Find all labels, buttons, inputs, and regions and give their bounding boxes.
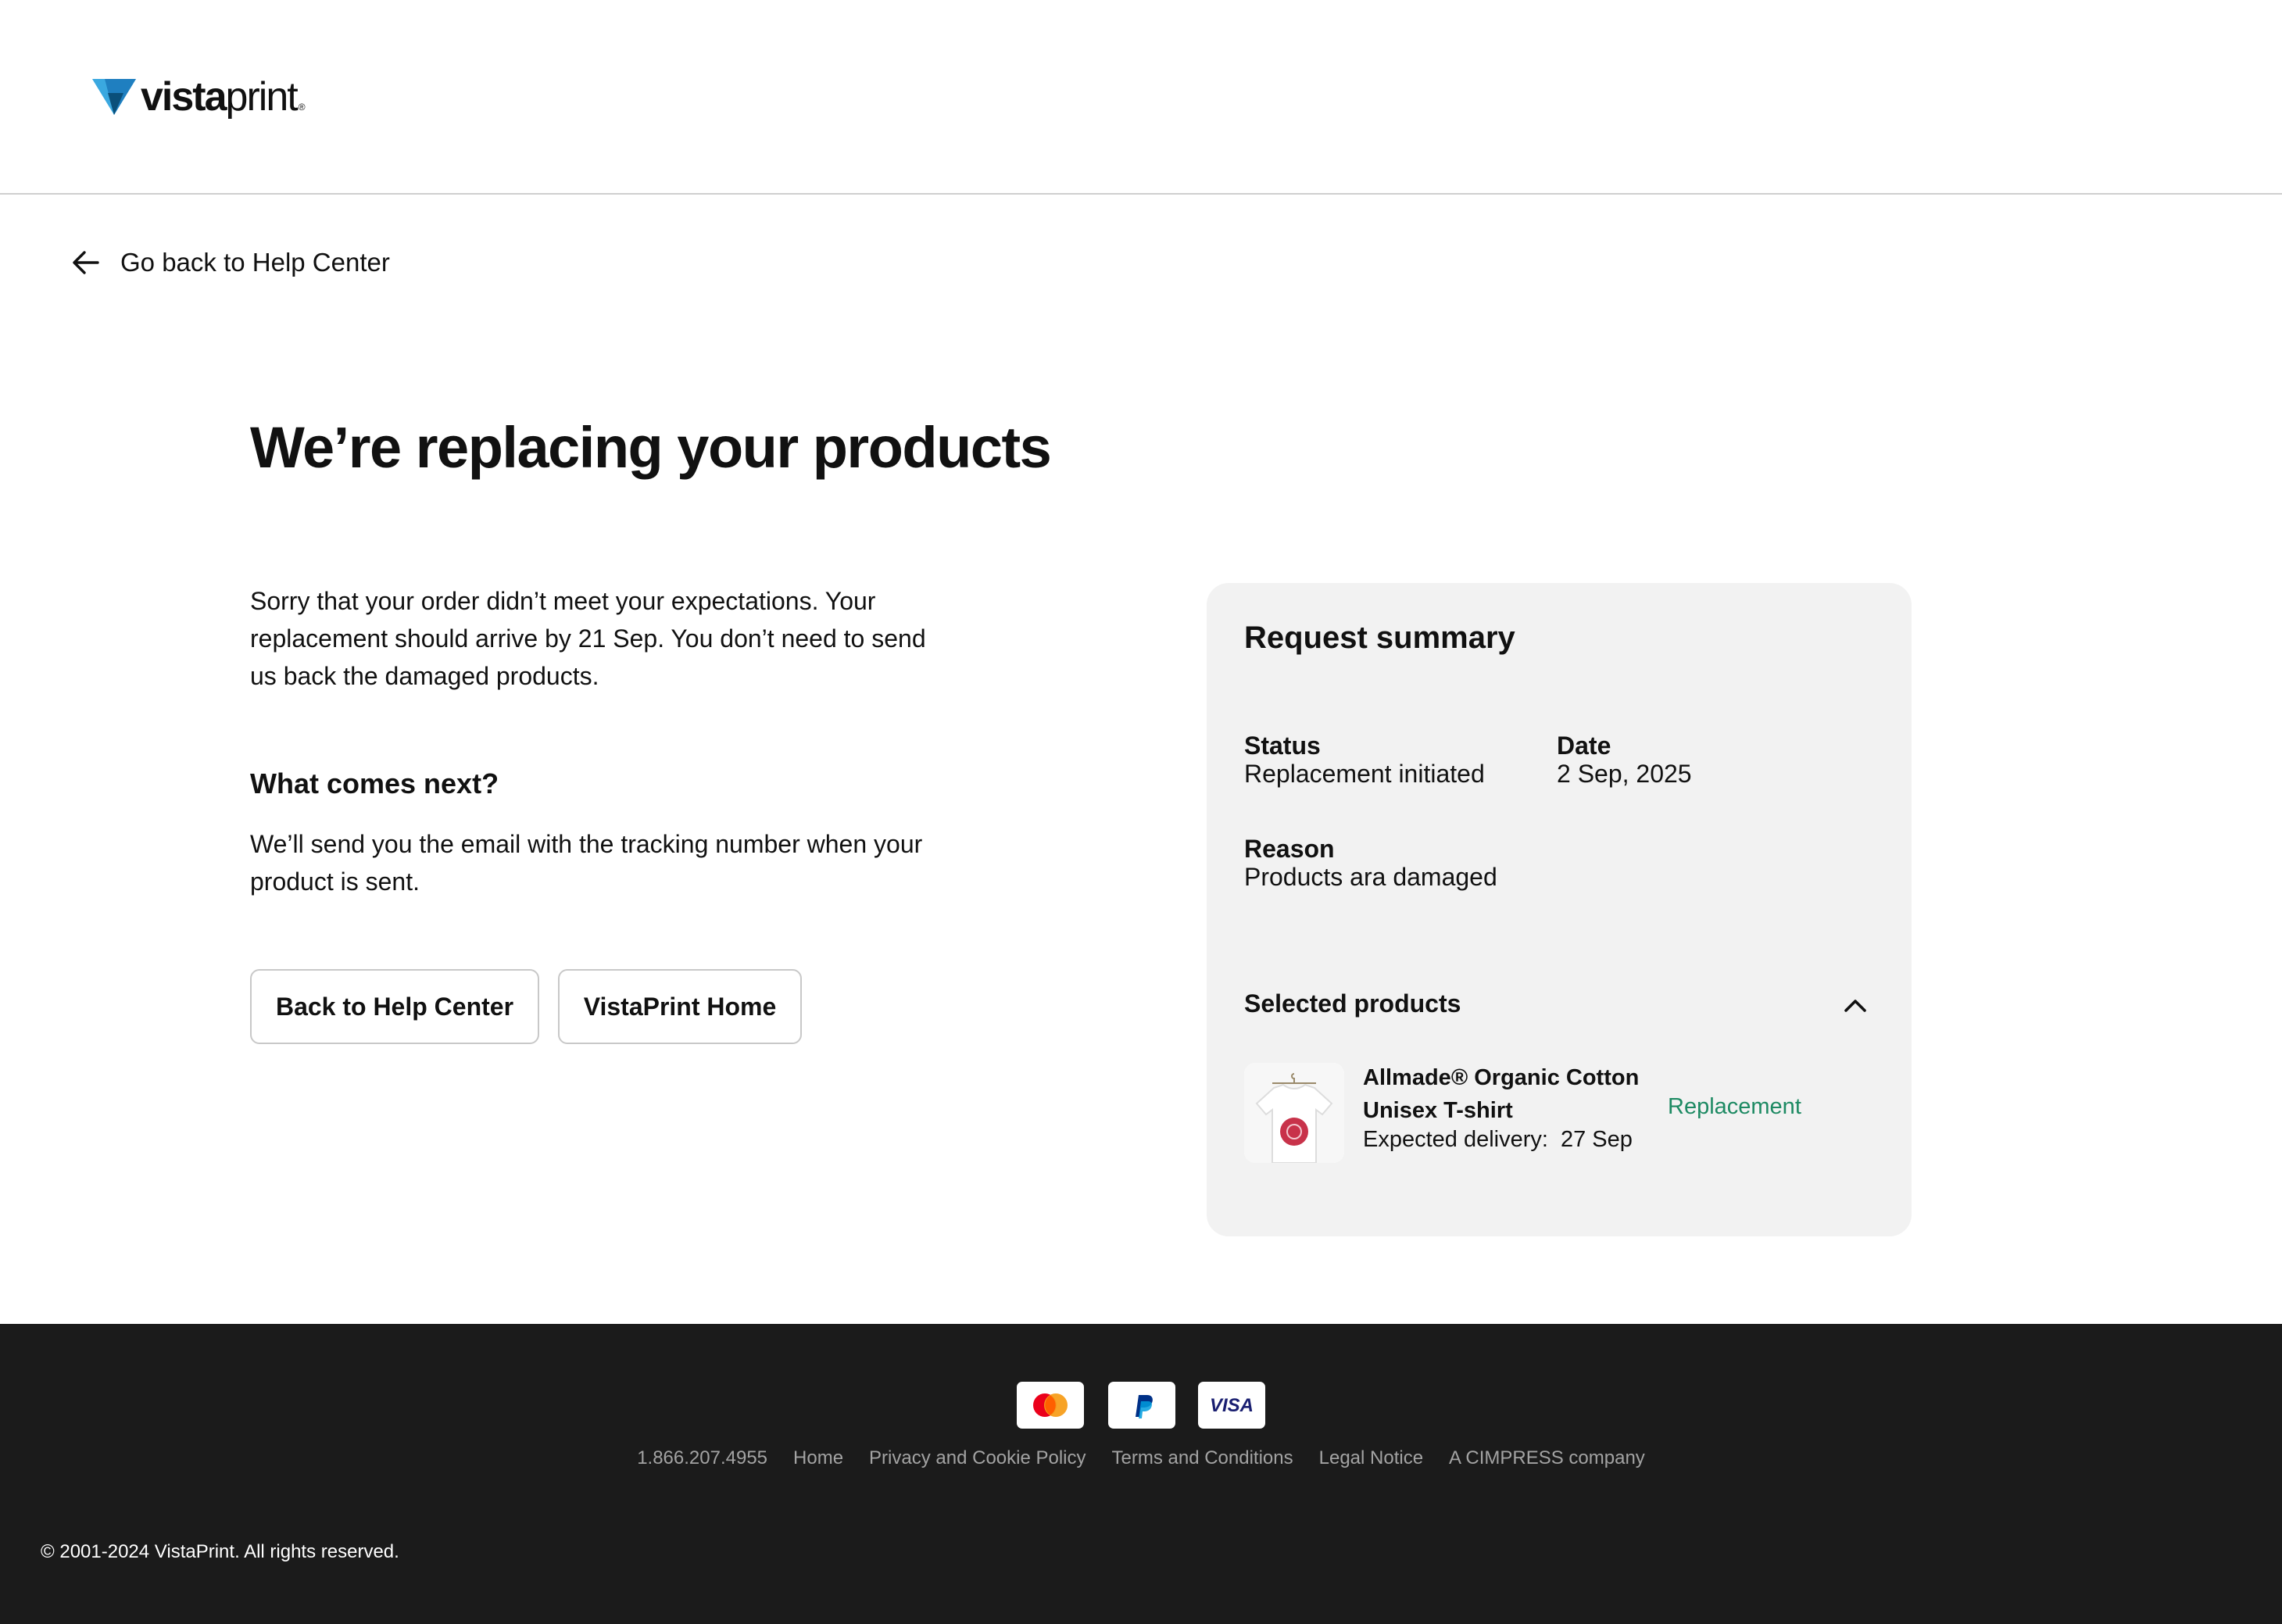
page-title: We’re replacing your products	[250, 415, 1052, 480]
svg-text:VISA: VISA	[1210, 1395, 1254, 1416]
delivery-label: Expected delivery:	[1363, 1127, 1548, 1152]
footer-link-terms[interactable]: Terms and Conditions	[1112, 1447, 1293, 1469]
footer-phone[interactable]: 1.866.207.4955	[637, 1447, 767, 1469]
reason-label: Reason	[1244, 835, 1335, 863]
request-summary-card: Request summary Status Replacement initi…	[1207, 583, 1912, 1236]
tshirt-icon	[1244, 1063, 1344, 1163]
logo-wordmark: vistaprint	[141, 74, 299, 120]
product-delivery: Expected delivery: 27 Sep	[1363, 1127, 1633, 1153]
vistaprint-logo-icon	[92, 79, 136, 115]
site-footer: VISA	[0, 1324, 2282, 1624]
vistaprint-logo[interactable]: vistaprint ®	[92, 75, 306, 119]
visa-icon: VISA	[1198, 1382, 1265, 1429]
paypal-icon	[1108, 1382, 1175, 1429]
reason-value: Products ara damaged	[1244, 863, 1497, 891]
next-steps-heading: What comes next?	[250, 767, 499, 799]
logo-registered-mark: ®	[298, 102, 306, 113]
product-status-badge: Replacement	[1668, 1094, 1801, 1119]
copyright: © 2001-2024 VistaPrint. All rights reser…	[41, 1541, 399, 1562]
date-value: 2 Sep, 2025	[1557, 760, 1692, 788]
arrow-left-icon	[73, 251, 99, 274]
footer-link-legal[interactable]: Legal Notice	[1319, 1447, 1423, 1469]
delivery-date: 27 Sep	[1560, 1127, 1633, 1152]
footer-link-privacy[interactable]: Privacy and Cookie Policy	[869, 1447, 1086, 1469]
selected-products-heading: Selected products	[1244, 989, 1461, 1018]
status-label: Status	[1244, 732, 1321, 760]
vistaprint-home-button[interactable]: VistaPrint Home	[558, 969, 802, 1044]
summary-title: Request summary	[1244, 621, 1515, 655]
date-label: Date	[1557, 732, 1611, 760]
footer-link-home[interactable]: Home	[793, 1447, 843, 1469]
back-to-help-center-button[interactable]: Back to Help Center	[250, 969, 539, 1044]
mastercard-icon	[1017, 1382, 1084, 1429]
intro-text: Sorry that your order didn’t meet your e…	[250, 587, 926, 690]
back-to-help-center-link[interactable]: Go back to Help Center	[72, 245, 390, 280]
back-link-label: Go back to Help Center	[120, 248, 390, 277]
site-header: vistaprint ®	[0, 0, 2282, 195]
footer-company: A CIMPRESS company	[1449, 1447, 1645, 1468]
tshirt-thumbnail	[1244, 1063, 1344, 1163]
footer-links: 1.866.207.4955 Home Privacy and Cookie P…	[0, 1447, 2282, 1469]
status-value: Replacement initiated	[1244, 760, 1485, 788]
next-steps-text: We’ll send you the email with the tracki…	[250, 830, 923, 896]
chevron-up-icon[interactable]	[1840, 989, 1871, 1021]
product-name: Allmade® Organic Cotton Unisex T-shirt	[1363, 1065, 1640, 1123]
